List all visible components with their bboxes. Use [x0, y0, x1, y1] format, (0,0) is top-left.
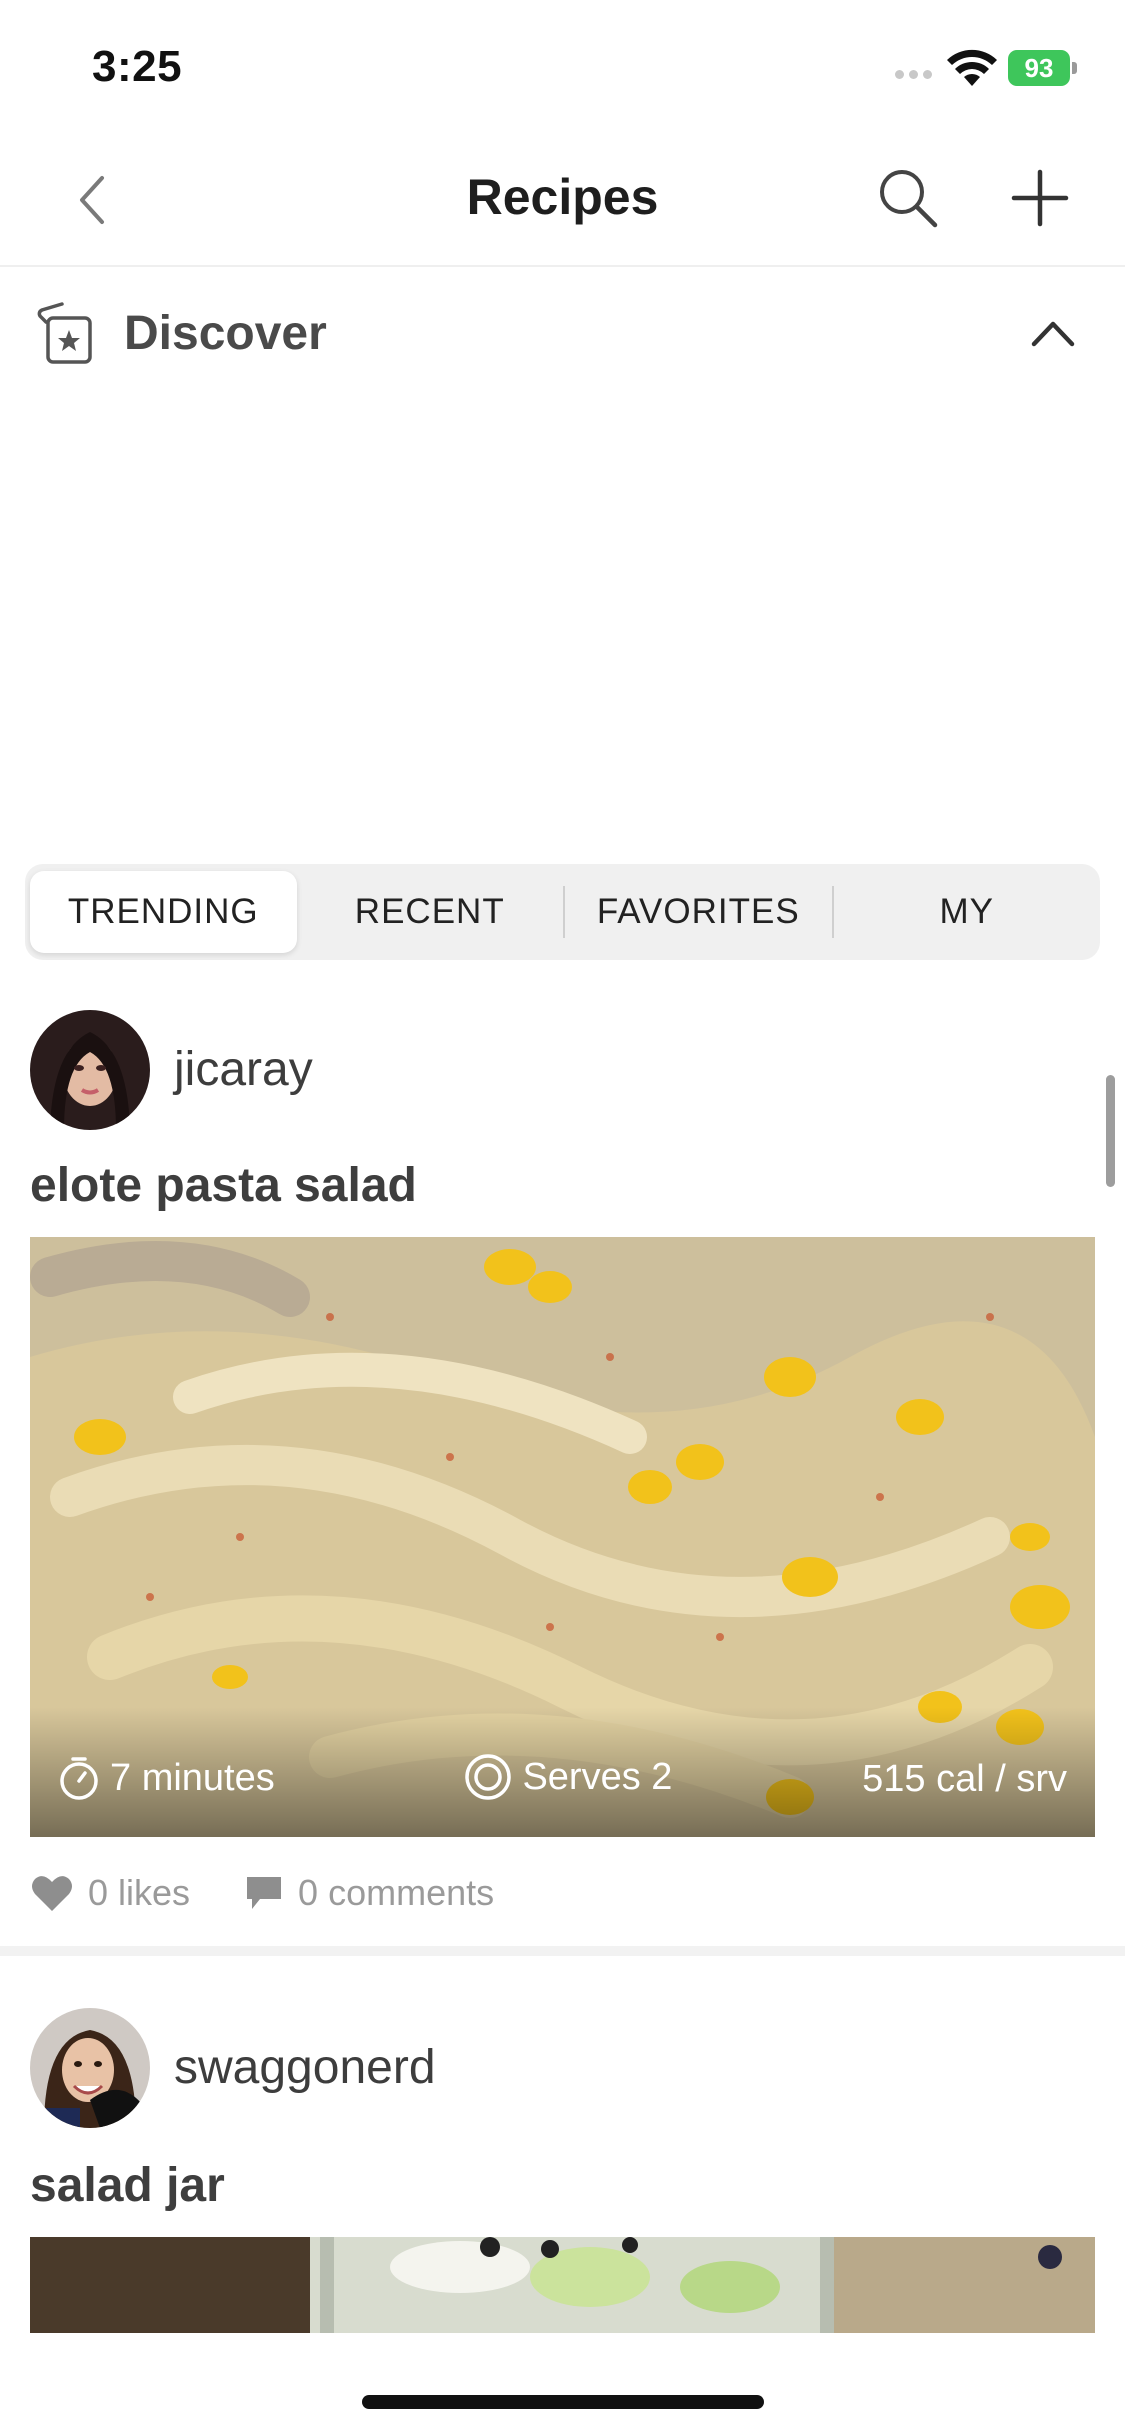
comments-count: 0 comments — [298, 1872, 495, 1913]
avatar[interactable] — [30, 1010, 150, 1130]
cook-time: 7 minutes — [58, 1755, 275, 1801]
add-icon[interactable] — [1010, 168, 1070, 228]
recipe-food-image — [30, 2237, 1095, 2333]
search-icon[interactable] — [875, 165, 941, 231]
stopwatch-icon — [60, 1757, 98, 1800]
tab-my[interactable]: MY — [834, 871, 1101, 953]
post-actions: 0 likes 0 comments — [30, 1872, 494, 1914]
tab-recent[interactable]: RECENT — [297, 871, 564, 953]
recipe-photo[interactable] — [30, 2237, 1095, 2333]
battery-indicator: 93 — [1008, 50, 1078, 86]
servings: Serves 2 — [464, 1753, 672, 1801]
discover-section-label[interactable]: Discover — [124, 306, 327, 361]
cellular-signal-icon — [895, 70, 932, 79]
likes-count: 0 likes — [88, 1872, 191, 1913]
tab-trending[interactable]: TRENDING — [30, 871, 297, 953]
plate-icon — [465, 1754, 512, 1800]
collapse-chevron-up-icon[interactable] — [1030, 318, 1076, 348]
comment-button[interactable]: 0 comments — [244, 1872, 494, 1914]
status-time: 3:25 — [92, 42, 183, 91]
recipe-photo[interactable]: 7 minutes Serves 2 515 cal / srv — [30, 1237, 1095, 1837]
cook-time-value: 7 minutes — [110, 1756, 275, 1799]
calories: 515 cal / srv — [862, 1758, 1067, 1801]
avatar-portrait-image — [30, 1010, 150, 1130]
recipe-meta-overlay: 7 minutes Serves 2 515 cal / srv — [30, 1707, 1095, 1837]
wifi-icon — [947, 49, 997, 86]
avatar[interactable] — [30, 2008, 150, 2128]
discover-stack-star-icon — [37, 302, 92, 364]
servings-value: Serves 2 — [522, 1755, 673, 1798]
home-indicator[interactable] — [362, 2395, 764, 2409]
nav-divider — [0, 265, 1125, 267]
calories-value: 515 cal / srv — [862, 1758, 1067, 1800]
post-divider — [0, 1946, 1125, 1956]
heart-icon — [32, 1876, 72, 1911]
tab-favorites[interactable]: FAVORITES — [565, 871, 832, 953]
like-button[interactable]: 0 likes — [30, 1872, 190, 1914]
recipe-title[interactable]: elote pasta salad — [30, 1158, 417, 1213]
scrollbar[interactable] — [1106, 1075, 1115, 1187]
avatar-portrait-image — [30, 2008, 150, 2128]
page-title: Recipes — [466, 169, 659, 225]
recipe-title[interactable]: salad jar — [30, 2158, 225, 2213]
recipe-filter-tabs: TRENDING RECENT FAVORITES MY — [25, 864, 1100, 960]
post-username[interactable]: swaggonerd — [174, 2040, 436, 2095]
comment-icon — [247, 1877, 282, 1909]
battery-level: 93 — [1008, 50, 1070, 86]
post-username[interactable]: jicaray — [174, 1042, 313, 1097]
